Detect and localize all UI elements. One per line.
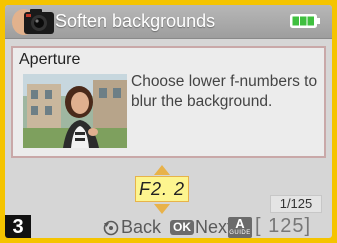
screen-frame: Soften backgrounds Aperture Choose lower… xyxy=(0,0,337,243)
guide-label: GUIDE xyxy=(229,230,251,236)
guide-button[interactable]: A GUIDE xyxy=(228,217,252,238)
footer-bar: 3 Back OK Next A GUIDE [ 125] xyxy=(5,215,332,238)
guide-letter: A xyxy=(235,216,245,231)
camera-screen: Soften backgrounds Aperture Choose lower… xyxy=(5,5,332,238)
back-label[interactable]: Back xyxy=(121,217,161,238)
aperture-value[interactable]: F2. 2 xyxy=(135,176,189,202)
aperture-stepper[interactable]: F2. 2 xyxy=(123,165,201,215)
aperture-panel: Aperture Choose lower f-numbers to blur … xyxy=(11,46,326,158)
back-dial-icon[interactable] xyxy=(103,220,119,236)
panel-title: Aperture xyxy=(19,51,81,68)
shutter-speed-readout: 1/125 xyxy=(270,195,322,213)
remaining-shots: [ 125] xyxy=(255,215,312,237)
battery-full-icon xyxy=(290,14,320,28)
step-number: 3 xyxy=(5,215,31,238)
next-label[interactable]: Next xyxy=(195,217,232,238)
arrow-up-icon[interactable] xyxy=(154,165,170,175)
header-bar: Soften backgrounds xyxy=(5,5,332,39)
panel-description: Choose lower f-numbers to blur the backg… xyxy=(131,73,318,110)
portrait-illustration xyxy=(23,74,127,148)
ok-button[interactable]: OK xyxy=(170,220,194,235)
arrow-down-icon[interactable] xyxy=(154,204,170,214)
page-title: Soften backgrounds xyxy=(55,11,216,31)
portrait-photo xyxy=(23,74,127,148)
camera-icon xyxy=(12,9,54,35)
